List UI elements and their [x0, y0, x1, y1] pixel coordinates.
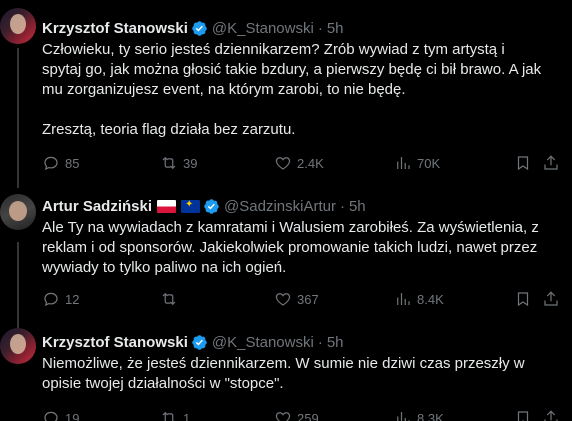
views-button[interactable]: 8.4K: [394, 289, 444, 309]
repost-icon: [162, 292, 176, 306]
reply-icon: [44, 292, 58, 307]
separator-dot: ·: [317, 333, 323, 351]
tweet-text-line: opisie twojej działalności w "stopce".: [42, 375, 284, 392]
bookmark-icon: [517, 411, 529, 421]
like-count: 259: [297, 410, 319, 421]
tweet[interactable]: Artur Sadziński @SadzinskiArtur · 5h Ale…: [0, 188, 572, 314]
views-button[interactable]: 8.3K: [394, 408, 444, 421]
tweet-text-line: Zresztą, teoria flag działa bez zarzutu.: [42, 121, 296, 138]
tweet-header: Krzysztof Stanowski @K_Stanowski · 5h: [42, 18, 344, 38]
tweet-text: Człowieku, ty serio jesteś dziennikarzem…: [42, 40, 562, 140]
avatar[interactable]: [0, 194, 36, 230]
author-handle[interactable]: @K_Stanowski: [212, 334, 314, 351]
tweet-header: Krzysztof Stanowski @K_Stanowski · 5h: [42, 332, 344, 352]
author-name[interactable]: Krzysztof Stanowski: [42, 20, 188, 37]
tweet-text-line: Niemożliwe, że jesteś dziennikarzem. W s…: [42, 355, 525, 372]
views-icon: [397, 293, 410, 305]
verified-badge-icon: [204, 198, 219, 214]
repost-count: 1: [183, 410, 191, 421]
reply-count: 12: [65, 291, 80, 307]
verified-badge-icon: [192, 20, 207, 36]
share-button[interactable]: [542, 408, 560, 421]
author-handle[interactable]: @SadzinskiArtur: [224, 198, 336, 215]
share-icon: [544, 291, 558, 306]
bookmark-button[interactable]: [514, 408, 532, 421]
timestamp[interactable]: 5h: [327, 20, 344, 37]
timestamp[interactable]: 5h: [349, 198, 366, 215]
avatar[interactable]: [0, 8, 36, 44]
eu-flag-icon: [181, 199, 201, 213]
tweet-text: Ale Ty na wywiadach z kamratami i Walusi…: [42, 218, 562, 278]
reply-count: 19: [65, 410, 80, 421]
tweet-text: Niemożliwe, że jesteś dziennikarzem. W s…: [42, 354, 562, 394]
tweet-text-line: wywiady to tylko paliwo na ich ogień.: [42, 259, 287, 276]
avatar[interactable]: [0, 328, 36, 364]
action-bar: 19 1 259 8.3K: [42, 408, 562, 421]
tweet[interactable]: Krzysztof Stanowski @K_Stanowski · 5h Cz…: [0, 0, 572, 186]
repost-button[interactable]: 39: [160, 153, 197, 173]
share-icon: [544, 410, 558, 421]
repost-button[interactable]: [160, 289, 183, 309]
separator-dot: ·: [339, 197, 345, 215]
author-name[interactable]: Krzysztof Stanowski: [42, 334, 188, 351]
views-button[interactable]: 70K: [394, 153, 440, 173]
bookmark-icon: [517, 156, 529, 171]
tweet-header: Artur Sadziński @SadzinskiArtur · 5h: [42, 196, 366, 216]
tweet[interactable]: Krzysztof Stanowski @K_Stanowski · 5h Ni…: [0, 328, 572, 421]
bookmark-icon: [517, 292, 529, 307]
poland-flag-icon: [157, 199, 177, 213]
like-button[interactable]: 2.4K: [274, 153, 324, 173]
author-handle[interactable]: @K_Stanowski: [212, 20, 314, 37]
share-button[interactable]: [542, 289, 560, 309]
repost-icon: [162, 156, 176, 170]
action-bar: 12 367 8.4K: [42, 289, 562, 309]
share-icon: [544, 155, 558, 170]
repost-count: 39: [183, 155, 198, 171]
timestamp[interactable]: 5h: [327, 334, 344, 351]
separator-dot: ·: [317, 19, 323, 37]
author-name[interactable]: Artur Sadziński: [42, 198, 152, 215]
like-count: 2.4K: [297, 155, 324, 171]
like-button[interactable]: 367: [274, 289, 319, 309]
views-count: 8.4K: [417, 291, 444, 307]
tweet-text-line: spytaj go, jak można głosić takie bzdury…: [42, 61, 542, 78]
action-bar: 85 39 2.4K 70K: [42, 153, 562, 173]
tweet-text-line: Ale Ty na wywiadach z kamratami i Walusi…: [42, 219, 539, 236]
tweet-text-line: mu zorganizujesz event, na którym zarobi…: [42, 81, 406, 98]
bookmark-button[interactable]: [514, 289, 532, 309]
reply-button[interactable]: 85: [42, 153, 79, 173]
like-count: 367: [297, 291, 319, 307]
like-icon: [275, 293, 291, 306]
reply-button[interactable]: 12: [42, 289, 79, 309]
views-count: 70K: [417, 155, 441, 171]
bookmark-button[interactable]: [514, 153, 532, 173]
tweet-text-line: Człowieku, ty serio jesteś dziennikarzem…: [42, 41, 505, 58]
reply-count: 85: [65, 155, 80, 171]
reply-icon: [44, 411, 58, 421]
verified-badge-icon: [192, 334, 207, 350]
like-button[interactable]: 259: [274, 408, 319, 421]
repost-icon: [162, 411, 175, 421]
tweet-text-line: [42, 100, 562, 120]
views-count: 8.3K: [417, 410, 444, 421]
views-icon: [397, 157, 410, 169]
repost-button[interactable]: 1: [160, 408, 190, 421]
share-button[interactable]: [542, 153, 560, 173]
reply-button[interactable]: 19: [42, 408, 79, 421]
tweet-text-line: reklam i od sponsorów. Jakiekolwiek prom…: [42, 239, 538, 256]
views-icon: [397, 412, 410, 421]
like-icon: [275, 412, 291, 421]
like-icon: [275, 157, 291, 170]
reply-icon: [44, 156, 58, 171]
